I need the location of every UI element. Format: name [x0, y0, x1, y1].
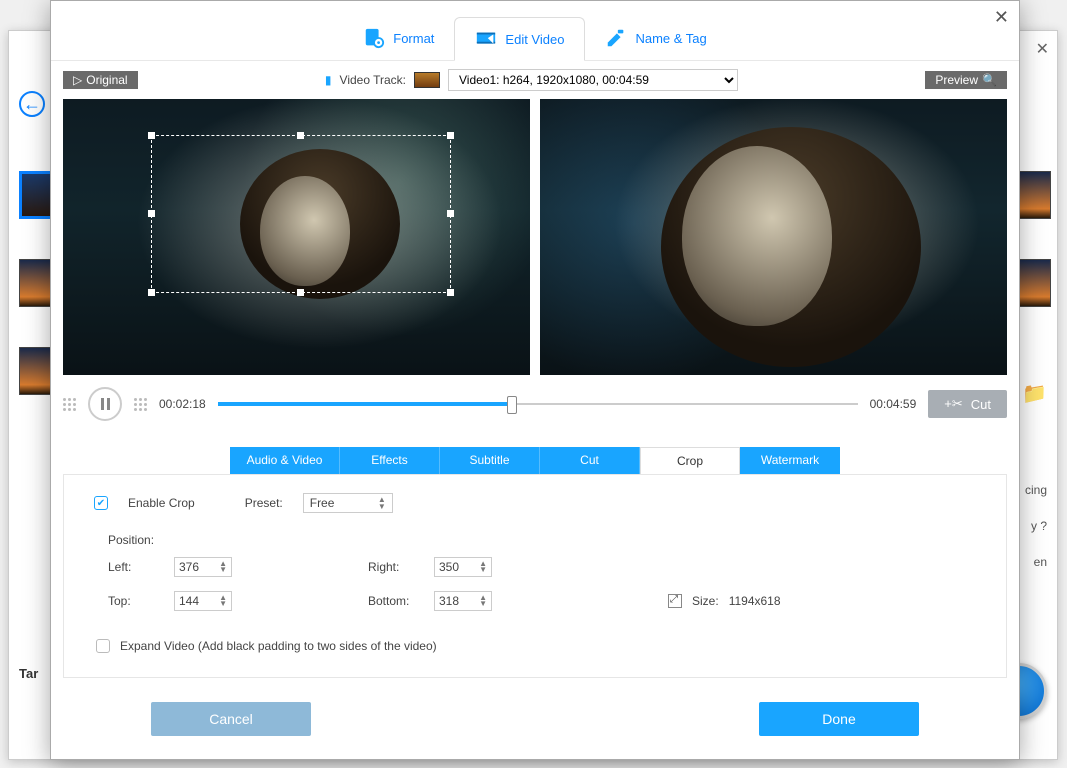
- expand-video-checkbox[interactable]: ✔: [96, 639, 110, 653]
- spin-value: 376: [179, 560, 199, 574]
- cut-label: Cut: [971, 397, 991, 412]
- crop-handle[interactable]: [148, 132, 155, 139]
- pencil-tag-icon: [605, 27, 627, 49]
- subtab-crop[interactable]: Crop: [640, 447, 740, 474]
- grip-icon[interactable]: [134, 398, 147, 411]
- crop-rectangle[interactable]: [151, 135, 451, 293]
- bg-text: en: [1034, 555, 1047, 569]
- preset-select[interactable]: Free ▲▼: [303, 493, 393, 513]
- tab-name-tag[interactable]: Name & Tag: [585, 16, 726, 60]
- crop-handle[interactable]: [297, 289, 304, 296]
- spin-value: 350: [439, 560, 459, 574]
- cut-button[interactable]: +✂ Cut: [928, 390, 1007, 418]
- gear-page-icon: [363, 27, 385, 49]
- tab-label: Format: [393, 31, 434, 46]
- top-spinner[interactable]: 144 ▲▼: [174, 591, 232, 611]
- size-value: 1194x618: [729, 594, 781, 608]
- badge-text: Preview: [935, 73, 978, 87]
- bg-text: y ?: [1031, 519, 1047, 533]
- top-label: Top:: [108, 594, 164, 608]
- badge-text: Original: [86, 73, 127, 87]
- track-label: Video Track:: [340, 73, 406, 87]
- pause-button[interactable]: [88, 387, 122, 421]
- magnifier-icon: 🔍: [982, 73, 997, 87]
- original-pane[interactable]: [63, 99, 530, 375]
- size-label: Size:: [692, 594, 719, 608]
- preview-pane: [540, 99, 1007, 375]
- crop-handle[interactable]: [447, 289, 454, 296]
- target-label: Tar: [19, 666, 38, 681]
- subtab-subtitle[interactable]: Subtitle: [440, 447, 540, 474]
- back-button[interactable]: ←: [19, 91, 45, 117]
- spin-value: 144: [179, 594, 199, 608]
- left-spinner[interactable]: 376 ▲▼: [174, 557, 232, 577]
- size-icon: ⤢: [668, 594, 682, 608]
- right-label: Right:: [368, 560, 424, 574]
- subtab-watermark[interactable]: Watermark: [740, 447, 840, 474]
- enable-crop-label: Enable Crop: [128, 496, 195, 510]
- done-button[interactable]: Done: [759, 702, 919, 736]
- chevron-updown-icon: ▲▼: [378, 496, 386, 510]
- expand-video-label: Expand Video (Add black padding to two s…: [120, 639, 437, 653]
- subtab-audio-video[interactable]: Audio & Video: [230, 447, 340, 474]
- crop-handle[interactable]: [447, 210, 454, 217]
- left-label: Left:: [108, 560, 164, 574]
- tab-label: Edit Video: [505, 32, 564, 47]
- original-badge: ▷ Original: [63, 71, 138, 89]
- chevron-updown-icon: ▲▼: [479, 595, 487, 607]
- video-track-select[interactable]: Video1: h264, 1920x1080, 00:04:59: [448, 69, 738, 91]
- enable-crop-checkbox[interactable]: ✔: [94, 496, 108, 510]
- right-spinner[interactable]: 350 ▲▼: [434, 557, 492, 577]
- preset-value: Free: [310, 496, 335, 510]
- crop-handle[interactable]: [148, 210, 155, 217]
- tab-edit-video[interactable]: Edit Video: [454, 17, 585, 61]
- folder-icon[interactable]: 📁: [1022, 381, 1047, 406]
- subtab-effects[interactable]: Effects: [340, 447, 440, 474]
- close-icon[interactable]: ✕: [994, 7, 1009, 28]
- crop-handle[interactable]: [148, 289, 155, 296]
- preset-label: Preset:: [245, 496, 283, 510]
- chevron-updown-icon: ▲▼: [219, 561, 227, 573]
- track-thumb-icon: [414, 72, 440, 88]
- dialog-footer: Cancel Done: [51, 678, 1019, 736]
- crop-handle[interactable]: [447, 132, 454, 139]
- total-time: 00:04:59: [870, 397, 917, 411]
- seek-slider[interactable]: [218, 396, 858, 412]
- crop-panel: ✔ Enable Crop Preset: Free ▲▼ Position: …: [63, 474, 1007, 678]
- bottom-label: Bottom:: [368, 594, 424, 608]
- crop-handle[interactable]: [297, 132, 304, 139]
- tab-label: Name & Tag: [635, 31, 706, 46]
- subtab-cut[interactable]: Cut: [540, 447, 640, 474]
- sub-tabs: Audio & Video Effects Subtitle Cut Crop …: [63, 447, 1007, 474]
- bottom-spinner[interactable]: 318 ▲▼: [434, 591, 492, 611]
- seek-thumb[interactable]: [507, 396, 517, 414]
- chevron-updown-icon: ▲▼: [479, 561, 487, 573]
- film-icon: ▮: [325, 73, 332, 87]
- cancel-button[interactable]: Cancel: [151, 702, 311, 736]
- video-track-row: ▷ Original ▮ Video Track: Video1: h264, …: [51, 61, 1019, 99]
- edit-video-dialog: ✕ Format Edit Video Name & Tag ▷ Origina…: [50, 0, 1020, 760]
- preview-row: [51, 99, 1019, 375]
- top-tabs: Format Edit Video Name & Tag: [51, 1, 1019, 61]
- chevron-updown-icon: ▲▼: [219, 595, 227, 607]
- current-time: 00:02:18: [159, 397, 206, 411]
- timeline: 00:02:18 00:04:59 +✂ Cut: [51, 375, 1019, 425]
- play-triangle-icon: ▷: [73, 73, 82, 87]
- tab-format[interactable]: Format: [343, 16, 454, 60]
- parent-close-icon[interactable]: ✕: [1036, 39, 1049, 59]
- film-scissor-icon: [475, 28, 497, 50]
- bg-text: cing: [1025, 483, 1047, 497]
- grip-icon[interactable]: [63, 398, 76, 411]
- position-label: Position:: [108, 533, 976, 547]
- preview-badge: Preview 🔍: [925, 71, 1007, 89]
- plus-scissor-icon: +✂: [944, 396, 962, 412]
- spin-value: 318: [439, 594, 459, 608]
